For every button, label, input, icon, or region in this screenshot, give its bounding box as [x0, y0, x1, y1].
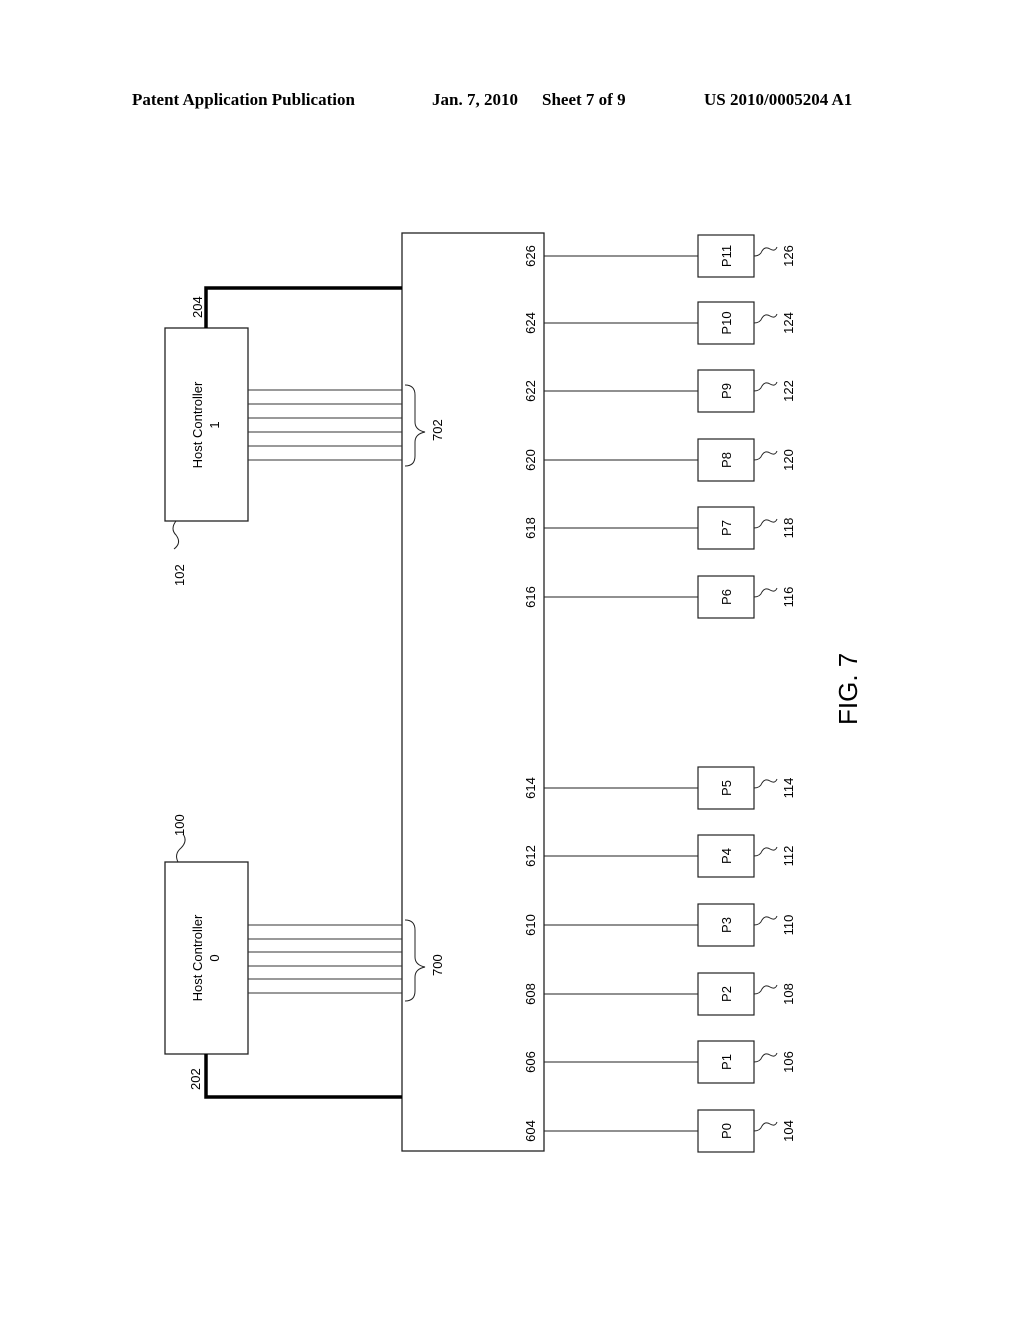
port-row-p8: 620 P8 120	[523, 438, 796, 482]
hub-port-label-616: 616	[523, 586, 538, 608]
port-row-p9: 622 P9 122	[523, 369, 796, 413]
ref-202: 202	[188, 1068, 203, 1090]
hub-port-label-604: 604	[523, 1120, 538, 1142]
host-controller-0-name: Host Controller	[190, 914, 205, 1001]
device-ref-leader-118	[753, 518, 778, 529]
brace-700	[404, 919, 426, 1002]
device-ref-114: 114	[781, 778, 796, 799]
host-controller-1-index: 1	[207, 421, 222, 428]
device-ref-110: 110	[781, 915, 796, 936]
port-row-p7: 618 P7 118	[523, 506, 796, 550]
port-row-p3: 610 P3 110	[523, 903, 796, 947]
port-row-p11: 626 P11 126	[523, 234, 796, 278]
device-label-p2: P2	[719, 986, 734, 1002]
ref-100-leader	[176, 833, 186, 863]
brace-702	[404, 384, 426, 467]
device-ref-leader-106	[753, 1052, 778, 1063]
device-ref-leader-112	[753, 846, 778, 857]
host-controller-0-index: 0	[207, 954, 222, 961]
hub-port-label-622: 622	[523, 380, 538, 402]
device-ref-112: 112	[781, 846, 796, 867]
device-label-p1: P1	[719, 1054, 734, 1070]
device-label-p4: P4	[719, 848, 734, 864]
figure-label: FIG. 7	[833, 653, 863, 725]
port-row-p4: 612 P4 112	[523, 834, 796, 878]
hub-port-label-620: 620	[523, 449, 538, 471]
device-ref-108: 108	[781, 983, 796, 1005]
hub-port-label-614: 614	[523, 777, 538, 799]
device-ref-118: 118	[781, 518, 796, 539]
ref-100: 100	[172, 814, 187, 836]
port-row-p6: 616 P6 116	[523, 575, 796, 619]
link-202	[204, 1054, 402, 1099]
device-ref-leader-108	[753, 984, 778, 995]
device-ref-leader-120	[753, 450, 778, 461]
device-label-p8: P8	[719, 452, 734, 468]
device-ref-122: 122	[781, 380, 796, 402]
ref-700: 700	[430, 954, 445, 976]
hub-port-label-626: 626	[523, 245, 538, 267]
device-ref-126: 126	[781, 245, 796, 267]
device-ref-104: 104	[781, 1120, 796, 1142]
device-ref-106: 106	[781, 1051, 796, 1073]
device-ref-leader-122	[753, 381, 778, 392]
port-row-p1: 606 P1 106	[523, 1040, 796, 1084]
ref-102-leader	[172, 520, 180, 550]
hub-port-label-624: 624	[523, 312, 538, 334]
device-ref-116: 116	[781, 587, 796, 608]
device-label-p7: P7	[719, 520, 734, 536]
device-label-p9: P9	[719, 383, 734, 399]
host-controller-1-name: Host Controller	[190, 381, 205, 468]
ref-102: 102	[172, 564, 187, 586]
port-row-p0: 604 P0 104	[523, 1109, 796, 1153]
device-ref-leader-114	[753, 778, 778, 789]
link-204	[204, 286, 402, 328]
device-ref-leader-116	[753, 587, 778, 598]
device-ref-leader-110	[753, 915, 778, 926]
device-label-p5: P5	[719, 780, 734, 796]
device-ref-leader-126	[753, 246, 778, 257]
device-ref-leader-104	[753, 1121, 778, 1132]
hub-port-label-612: 612	[523, 845, 538, 867]
figure-diagram: 626 P11 126624 P10 124622 P9 122620 P8 120618 P7 1…	[164, 232, 863, 1153]
hub-box	[401, 232, 545, 1152]
device-label-p6: P6	[719, 589, 734, 605]
device-label-p11: P11	[719, 245, 734, 267]
hub-port-label-618: 618	[523, 517, 538, 539]
hub-port-label-606: 606	[523, 1051, 538, 1073]
device-label-p0: P0	[719, 1123, 734, 1139]
ref-204: 204	[190, 296, 205, 318]
device-ref-leader-124	[753, 313, 778, 324]
port-row-p10: 624 P10 124	[523, 301, 796, 345]
device-label-p3: P3	[719, 917, 734, 933]
ref-702: 702	[430, 419, 445, 441]
device-label-p10: P10	[719, 311, 734, 334]
device-ref-124: 124	[781, 312, 796, 334]
hub-port-label-610: 610	[523, 914, 538, 936]
port-row-p2: 608 P2 108	[523, 972, 796, 1016]
port-row-p5: 614 P5 114	[523, 766, 796, 810]
device-ref-120: 120	[781, 449, 796, 471]
hub-port-label-608: 608	[523, 983, 538, 1005]
